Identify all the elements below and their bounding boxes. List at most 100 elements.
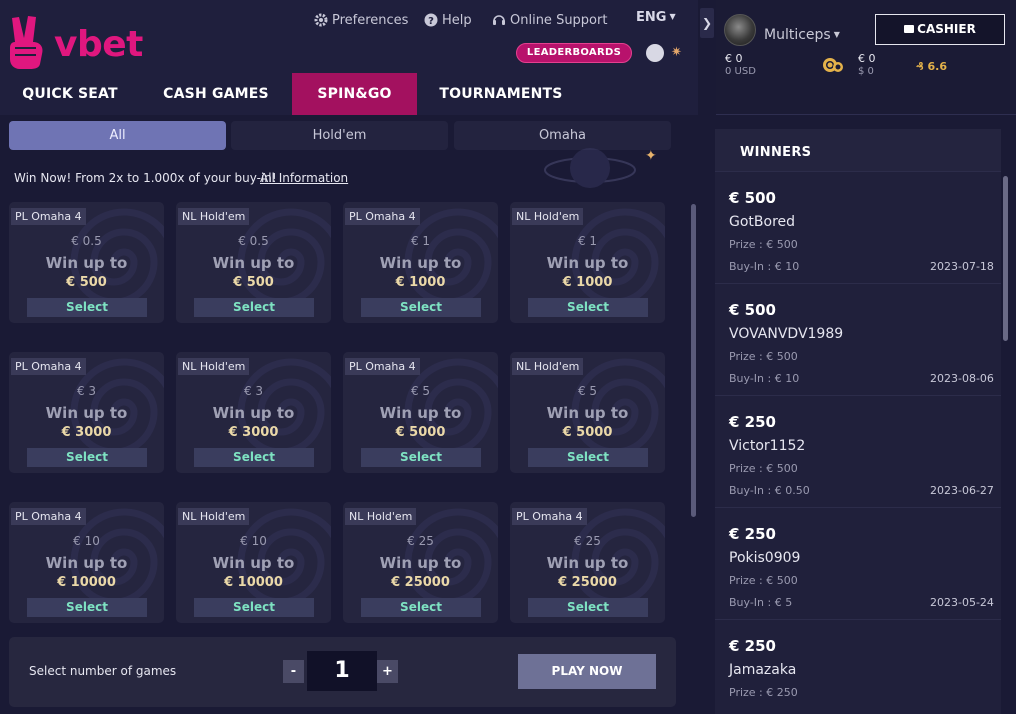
- buyin-value: € 0.50: [774, 484, 810, 497]
- tab-spin-and-go[interactable]: SPIN&GO: [292, 73, 417, 115]
- bonus-points: ₰ 6.6: [916, 60, 947, 73]
- games-count-label: Select number of games: [29, 664, 177, 678]
- win-up-to-label: Win up to: [379, 554, 462, 572]
- winner-prize: Prize : € 500: [729, 574, 798, 587]
- win-up-to-label: Win up to: [212, 404, 295, 422]
- filter-holdem[interactable]: Hold'em: [231, 121, 448, 150]
- brand-name: vbet: [54, 24, 143, 65]
- vbet-logo[interactable]: vbet: [6, 14, 166, 70]
- win-up-to-label: Win up to: [45, 254, 128, 272]
- play-bar: Select number of games - 1 + PLAY NOW: [9, 637, 676, 707]
- avatar[interactable]: [724, 14, 756, 46]
- preferences-link[interactable]: Preferences: [314, 10, 408, 30]
- help-link[interactable]: ? Help: [424, 10, 472, 30]
- select-button[interactable]: Select: [528, 598, 648, 617]
- select-button[interactable]: Select: [194, 448, 314, 467]
- filter-all[interactable]: All: [9, 121, 226, 150]
- cashier-button[interactable]: CASHIER: [875, 14, 1005, 45]
- chips-eur: € 0: [858, 52, 876, 65]
- select-button[interactable]: Select: [361, 448, 481, 467]
- buy-in: € 1: [577, 234, 598, 248]
- select-button[interactable]: Select: [361, 298, 481, 317]
- buyin-label: Buy-In :: [729, 260, 775, 273]
- game-card[interactable]: PL Omaha 4 € 3 Win up to € 3000 Select: [9, 352, 164, 473]
- prize-value: € 500: [766, 238, 798, 251]
- winner-amount: € 250: [729, 413, 776, 431]
- balance-eur: € 0: [725, 52, 743, 65]
- cashier-label: CASHIER: [917, 22, 976, 36]
- win-up-to-label: Win up to: [379, 404, 462, 422]
- winner-item: € 500 VOVANVDV1989 Prize : € 500 Buy-In : €…: [715, 283, 1001, 395]
- winner-name: Jamazaka: [729, 662, 797, 678]
- tab-quick-seat[interactable]: QUICK SEAT: [0, 73, 140, 115]
- buy-in: € 3: [243, 384, 264, 398]
- winner-item: € 250 Victor1152 Prize : € 500 Buy-In : € 0…: [715, 395, 1001, 507]
- max-prize: € 3000: [61, 425, 112, 440]
- game-type-tag: PL Omaha 4: [512, 508, 587, 525]
- winner-name: GotBored: [729, 214, 796, 230]
- buy-in: € 3: [76, 384, 97, 398]
- select-button[interactable]: Select: [194, 598, 314, 617]
- game-card[interactable]: PL Omaha 4 € 0.5 Win up to € 500 Select: [9, 202, 164, 323]
- winner-date: 2023-05-24: [930, 596, 994, 609]
- promo-text: Win Now! From 2x to 1.000x of your buy-i…: [14, 171, 277, 185]
- winner-prize: Prize : € 500: [729, 350, 798, 363]
- online-support-link[interactable]: Online Support: [492, 10, 607, 30]
- winner-date: 2023-08-06: [930, 372, 994, 385]
- leaderboards-button[interactable]: LEADERBOARDS: [516, 43, 632, 63]
- game-type-tag: PL Omaha 4: [11, 208, 86, 225]
- collapse-panel-button[interactable]: ❯: [700, 8, 714, 38]
- tab-cash-games[interactable]: CASH GAMES: [140, 73, 292, 115]
- winner-amount: € 250: [729, 637, 776, 655]
- decrement-button[interactable]: -: [283, 660, 304, 683]
- prize-value: € 250: [766, 686, 798, 699]
- game-card[interactable]: PL Omaha 4 € 25 Win up to € 25000 Select: [510, 502, 665, 623]
- game-type-tag: NL Hold'em: [512, 358, 584, 375]
- win-up-to-label: Win up to: [379, 254, 462, 272]
- game-card[interactable]: NL Hold'em € 25 Win up to € 25000 Select: [343, 502, 498, 623]
- prize-label: Prize :: [729, 574, 767, 587]
- games-scrollbar[interactable]: [691, 204, 696, 517]
- buyin-value: € 5: [774, 596, 793, 609]
- all-information-link[interactable]: All Information: [260, 171, 348, 185]
- buyin-label: Buy-In :: [729, 596, 775, 609]
- game-card[interactable]: NL Hold'em € 3 Win up to € 3000 Select: [176, 352, 331, 473]
- increment-button[interactable]: +: [377, 660, 398, 683]
- game-card[interactable]: PL Omaha 4 € 1 Win up to € 1000 Select: [343, 202, 498, 323]
- select-button[interactable]: Select: [27, 448, 147, 467]
- winner-amount: € 250: [729, 525, 776, 543]
- user-menu[interactable]: Multiceps ▼: [764, 27, 840, 43]
- language-selector[interactable]: ENG ▼: [636, 10, 676, 25]
- buyin-value: € 10: [774, 260, 800, 273]
- winners-list[interactable]: € 500 GotBored Prize : € 500 Buy-In : € 10 2…: [715, 171, 1001, 714]
- game-card[interactable]: NL Hold'em € 10 Win up to € 10000 Select: [176, 502, 331, 623]
- select-button[interactable]: Select: [27, 598, 147, 617]
- winner-buyin: Buy-In : € 10: [729, 260, 799, 273]
- game-type-tag: PL Omaha 4: [345, 358, 420, 375]
- buy-in: € 25: [407, 534, 434, 548]
- chips-usd: $ 0: [858, 66, 874, 77]
- win-up-to-label: Win up to: [546, 554, 629, 572]
- win-up-to-label: Win up to: [546, 404, 629, 422]
- game-card[interactable]: PL Omaha 4 € 10 Win up to € 10000 Select: [9, 502, 164, 623]
- main-header: vbet Preferences ? Help Online Support E…: [0, 0, 698, 115]
- game-card[interactable]: NL Hold'em € 5 Win up to € 5000 Select: [510, 352, 665, 473]
- select-button[interactable]: Select: [27, 298, 147, 317]
- game-card[interactable]: NL Hold'em € 0.5 Win up to € 500 Select: [176, 202, 331, 323]
- select-button[interactable]: Select: [194, 298, 314, 317]
- select-button[interactable]: Select: [528, 448, 648, 467]
- wallet-icon: [904, 25, 915, 33]
- tab-tournaments[interactable]: TOURNAMENTS: [417, 73, 585, 115]
- play-now-button[interactable]: PLAY NOW: [518, 654, 656, 689]
- select-button[interactable]: Select: [361, 598, 481, 617]
- winners-scrollbar[interactable]: [1003, 176, 1008, 341]
- select-button[interactable]: Select: [528, 298, 648, 317]
- game-card[interactable]: NL Hold'em € 1 Win up to € 1000 Select: [510, 202, 665, 323]
- theme-toggle[interactable]: ✷: [645, 43, 689, 63]
- buy-in: € 0.5: [71, 234, 102, 248]
- max-prize: € 1000: [562, 275, 613, 290]
- winner-buyin: Buy-In : € 0.50: [729, 484, 810, 497]
- game-card[interactable]: PL Omaha 4 € 5 Win up to € 5000 Select: [343, 352, 498, 473]
- winner-prize: Prize : € 500: [729, 238, 798, 251]
- games-count-input[interactable]: 1: [307, 651, 377, 691]
